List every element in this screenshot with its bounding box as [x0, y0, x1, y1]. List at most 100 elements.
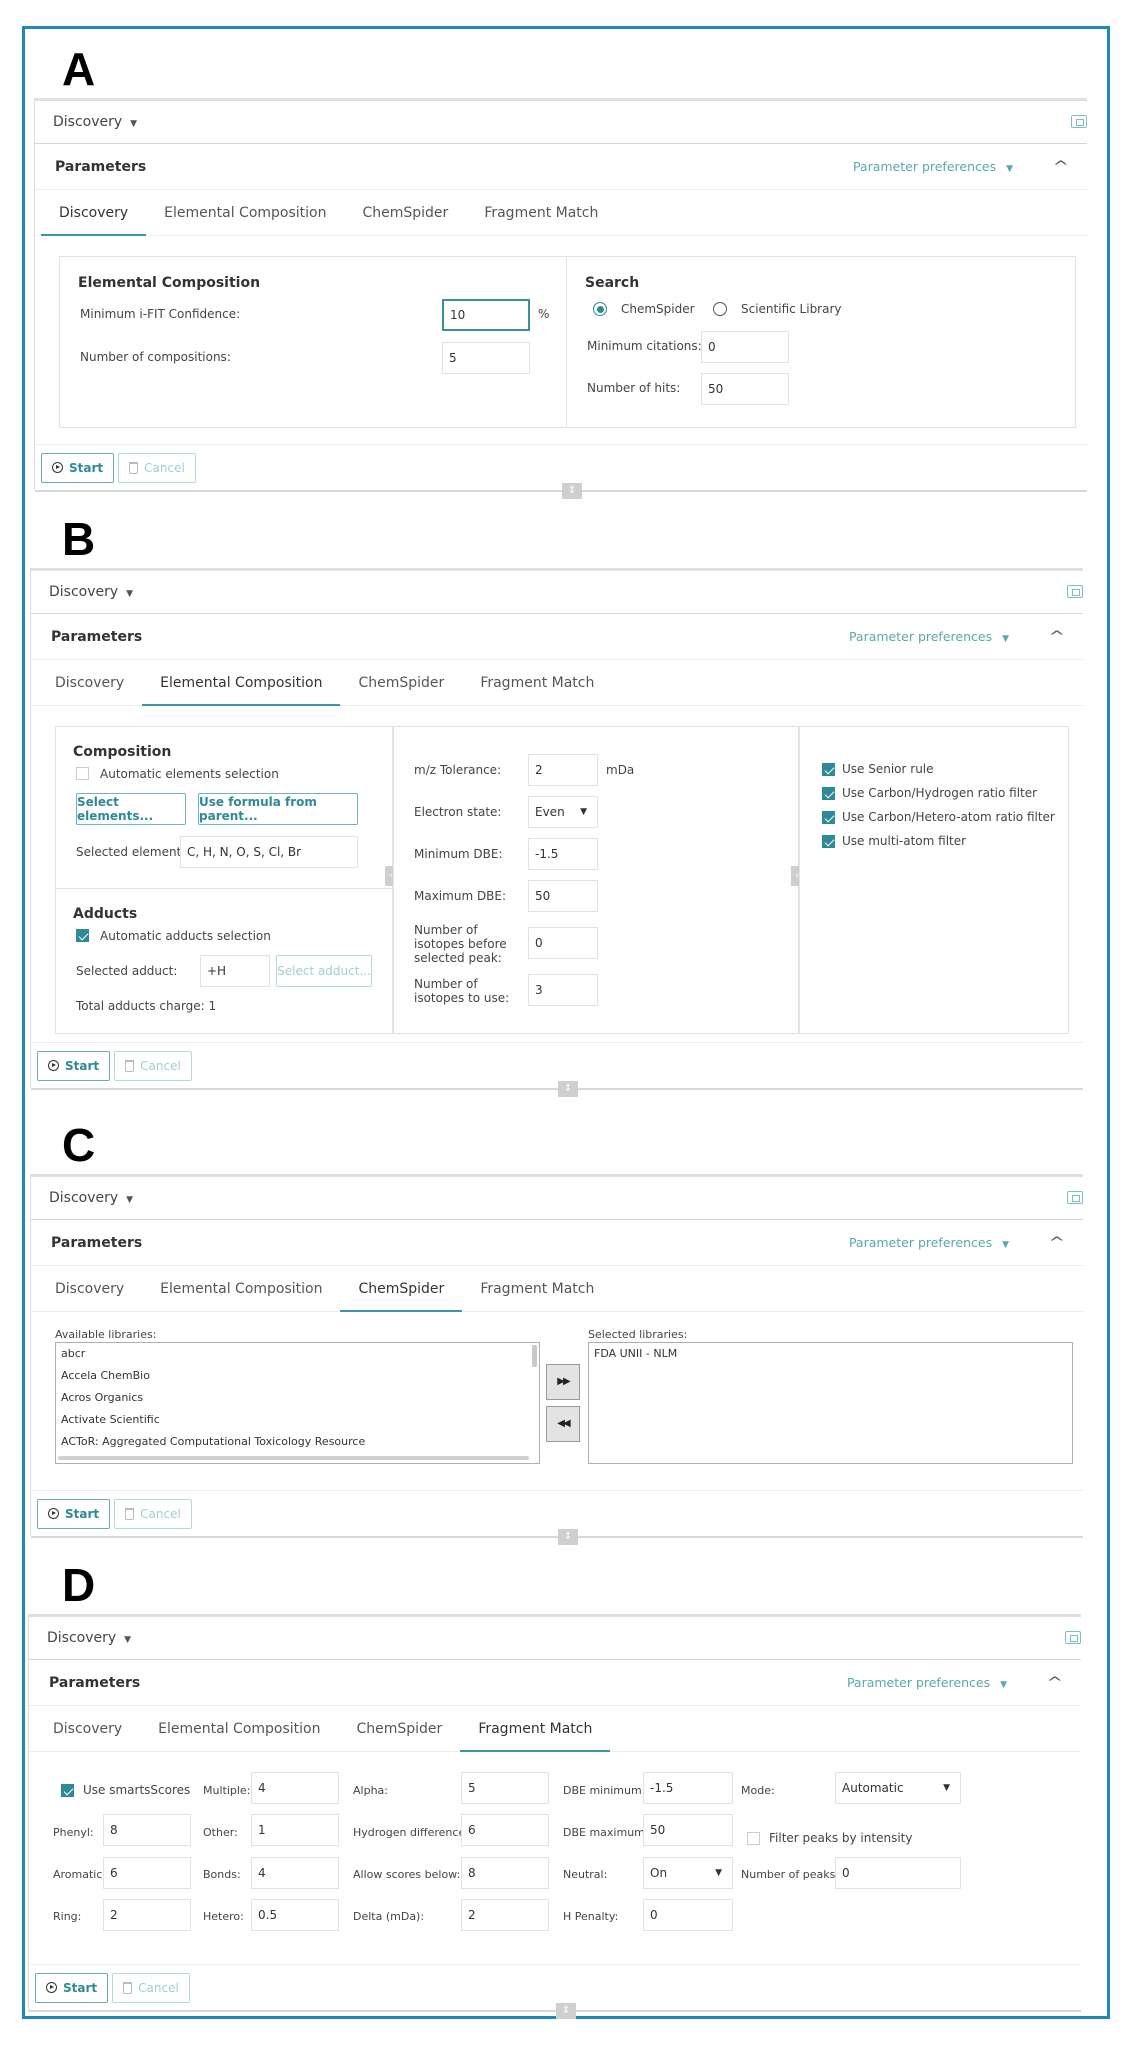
hydrogen-difference-input[interactable]: 6 — [461, 1814, 549, 1846]
dbe-maximum-input[interactable]: 50 — [643, 1814, 733, 1846]
vertical-scrollbar[interactable] — [532, 1345, 537, 1367]
tab-fragment-match[interactable]: Fragment Match — [460, 1706, 611, 1752]
tab-discovery[interactable]: Discovery — [37, 660, 142, 705]
workflow-dropdown[interactable]: Discovery ▼ — [47, 1630, 131, 1646]
parameter-preferences-dropdown[interactable]: Parameter preferences ▼ — [853, 159, 1013, 174]
tab-chemspider[interactable]: ChemSpider — [338, 1706, 460, 1751]
tab-discovery[interactable]: Discovery — [35, 1706, 140, 1751]
dock-panel-icon[interactable] — [1071, 115, 1087, 128]
start-button[interactable]: Start — [35, 1972, 109, 2003]
workflow-dropdown[interactable]: Discovery ▼ — [49, 584, 133, 600]
ch-ratio-checkbox[interactable] — [822, 787, 835, 800]
mode-select[interactable]: Automatic ▼ — [835, 1772, 961, 1804]
tab-discovery[interactable]: Discovery — [41, 190, 147, 236]
collapse-chevron-up-icon[interactable]: ^ — [1049, 1235, 1065, 1251]
neutral-select[interactable]: On ▼ — [643, 1857, 733, 1889]
dock-panel-icon[interactable] — [1065, 1631, 1081, 1644]
list-item[interactable]: Accela ChemBio — [56, 1365, 539, 1387]
hetero-input[interactable]: 0.5 — [251, 1899, 339, 1931]
selected-adduct-input[interactable]: +H — [200, 955, 270, 987]
selected-libraries-list[interactable]: FDA UNII - NLM — [588, 1342, 1073, 1464]
multi-atom-checkbox[interactable] — [822, 835, 835, 848]
electron-state-select[interactable]: Even ▼ — [528, 796, 598, 828]
other-input[interactable]: 1 — [251, 1814, 339, 1846]
selected-elements-input[interactable]: C, H, N, O, S, Cl, Br — [180, 836, 358, 868]
delta-mda-input[interactable]: 2 — [461, 1899, 549, 1931]
use-formula-button[interactable]: Use formula from parent... — [198, 793, 358, 825]
chetero-ratio-checkbox[interactable] — [822, 811, 835, 824]
list-item[interactable]: Activate Scientific — [56, 1409, 539, 1431]
tab-discovery[interactable]: Discovery — [37, 1266, 142, 1311]
start-button[interactable]: Start — [37, 1050, 111, 1081]
workflow-dropdown[interactable]: Discovery ▼ — [53, 114, 137, 130]
resize-handle-icon[interactable]: ⇕ — [558, 1081, 578, 1097]
multiple-input[interactable]: 4 — [251, 1772, 339, 1804]
num-hits-input[interactable]: 50 — [701, 373, 789, 405]
tab-elemental-composition[interactable]: Elemental Composition — [142, 660, 341, 706]
tab-fragment-match[interactable]: Fragment Match — [462, 660, 612, 705]
h-penalty-input[interactable]: 0 — [643, 1899, 733, 1931]
resize-handle-icon[interactable]: ⇕ — [556, 2003, 576, 2019]
tab-chemspider[interactable]: ChemSpider — [340, 1266, 463, 1312]
remove-all-button[interactable]: ◀◀ — [546, 1406, 580, 1442]
tab-fragment-match[interactable]: Fragment Match — [462, 1266, 612, 1311]
isotopes-use-input[interactable]: 3 — [528, 974, 598, 1006]
available-libraries-list[interactable]: abcr Accela ChemBio Acros Organics Activ… — [55, 1342, 540, 1464]
parameter-preferences-dropdown[interactable]: Parameter preferences ▼ — [849, 629, 1009, 644]
auto-adducts-checkbox[interactable] — [76, 929, 89, 942]
number-of-peaks-input[interactable]: 0 — [835, 1857, 961, 1889]
parameter-preferences-dropdown[interactable]: Parameter preferences ▼ — [847, 1675, 1007, 1690]
tab-chemspider[interactable]: ChemSpider — [344, 190, 466, 235]
collapse-chevron-up-icon[interactable]: ^ — [1049, 629, 1065, 645]
min-dbe-input[interactable]: -1.5 — [528, 838, 598, 870]
isotopes-before-input[interactable]: 0 — [528, 927, 598, 959]
add-all-button[interactable]: ▶▶ — [546, 1364, 580, 1400]
use-smartsscores-checkbox[interactable] — [61, 1784, 74, 1797]
parameters-title: Parameters — [51, 628, 143, 645]
list-item[interactable]: Acros Organics — [56, 1387, 539, 1409]
radio-scientific-library[interactable] — [713, 302, 727, 316]
cancel-button[interactable]: Cancel — [114, 1498, 192, 1529]
dbe-minimum-input[interactable]: -1.5 — [643, 1772, 733, 1804]
workflow-dropdown[interactable]: Discovery ▼ — [49, 1190, 133, 1206]
dock-panel-icon[interactable] — [1067, 585, 1083, 598]
select-adduct-button[interactable]: Select adduct... — [276, 955, 372, 987]
cancel-button[interactable]: Cancel — [118, 452, 196, 483]
horizontal-scrollbar[interactable] — [58, 1456, 529, 1460]
list-item[interactable]: abcr — [56, 1343, 539, 1365]
list-item[interactable]: ACToR: Aggregated Computational Toxicolo… — [56, 1431, 539, 1453]
start-label: Start — [65, 1506, 100, 1521]
allow-scores-below-input[interactable]: 8 — [461, 1857, 549, 1889]
radio-chemspider[interactable] — [593, 302, 607, 316]
max-dbe-input[interactable]: 50 — [528, 880, 598, 912]
tab-elemental-composition[interactable]: Elemental Composition — [140, 1706, 338, 1751]
auto-elements-checkbox[interactable] — [76, 767, 89, 780]
mz-tolerance-input[interactable]: 2 — [528, 754, 598, 786]
bonds-input[interactable]: 4 — [251, 1857, 339, 1889]
min-citations-input[interactable]: 0 — [701, 331, 789, 363]
tab-elemental-composition[interactable]: Elemental Composition — [142, 1266, 340, 1311]
ring-input[interactable]: 2 — [103, 1899, 191, 1931]
select-elements-button[interactable]: Select elements... — [76, 793, 186, 825]
cancel-button[interactable]: Cancel — [114, 1050, 192, 1081]
dock-panel-icon[interactable] — [1067, 1191, 1083, 1204]
collapse-chevron-up-icon[interactable]: ^ — [1047, 1675, 1063, 1691]
cancel-button[interactable]: Cancel — [112, 1972, 190, 2003]
resize-handle-icon[interactable]: ⇕ — [558, 1529, 578, 1545]
start-button[interactable]: Start — [37, 1498, 111, 1529]
parameter-preferences-dropdown[interactable]: Parameter preferences ▼ — [849, 1235, 1009, 1250]
collapse-chevron-up-icon[interactable]: ^ — [1053, 159, 1069, 175]
phenyl-input[interactable]: 8 — [103, 1814, 191, 1846]
min-ifit-confidence-input[interactable]: 10 — [442, 299, 530, 331]
tab-fragment-match[interactable]: Fragment Match — [466, 190, 616, 235]
tab-chemspider[interactable]: ChemSpider — [340, 660, 462, 705]
filter-peaks-checkbox[interactable] — [747, 1832, 760, 1845]
resize-handle-icon[interactable]: ⇕ — [562, 483, 582, 499]
aromatic-input[interactable]: 6 — [103, 1857, 191, 1889]
tab-elemental-composition[interactable]: Elemental Composition — [146, 190, 344, 235]
alpha-input[interactable]: 5 — [461, 1772, 549, 1804]
senior-rule-checkbox[interactable] — [822, 763, 835, 776]
num-compositions-input[interactable]: 5 — [442, 342, 530, 374]
list-item[interactable]: FDA UNII - NLM — [589, 1343, 1072, 1365]
start-button[interactable]: Start — [41, 452, 115, 483]
